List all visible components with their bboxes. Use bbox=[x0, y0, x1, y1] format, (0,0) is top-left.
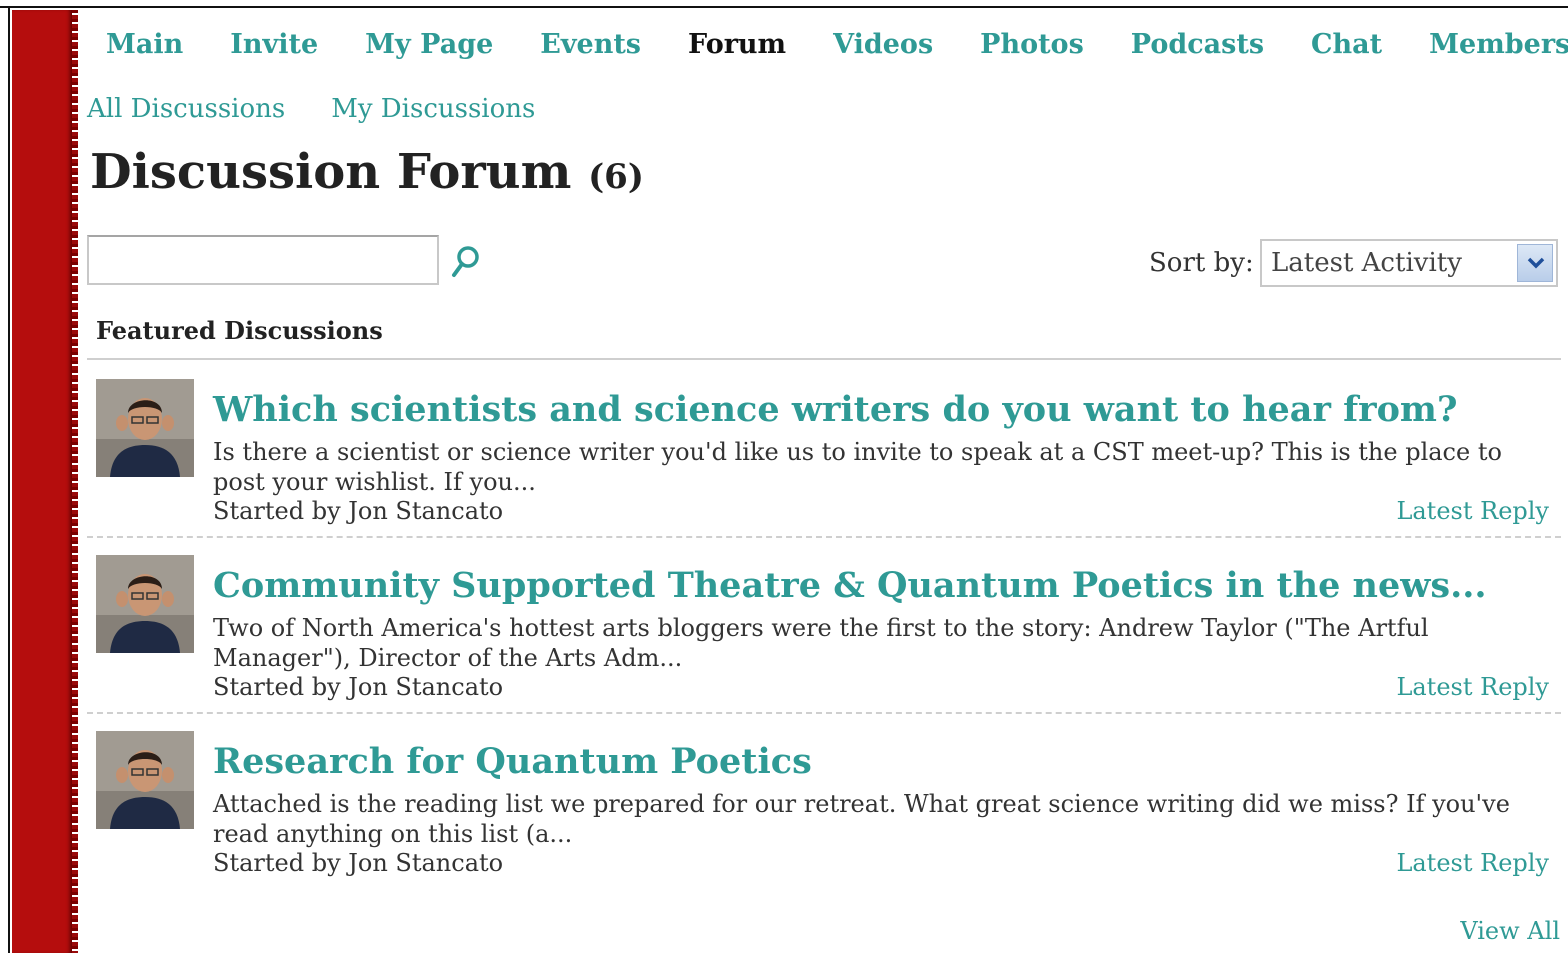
avatar[interactable] bbox=[96, 731, 194, 829]
window-top-border bbox=[0, 0, 1568, 8]
search-input[interactable] bbox=[87, 235, 439, 285]
nav-my-page[interactable]: My Page bbox=[365, 29, 493, 60]
latest-reply-link[interactable]: Latest Reply bbox=[1396, 497, 1549, 525]
discussion-title-link[interactable]: Community Supported Theatre & Quantum Po… bbox=[213, 565, 1487, 606]
sort-label: Sort by: bbox=[1149, 248, 1254, 278]
chevron-down-icon[interactable] bbox=[1517, 244, 1553, 282]
nav-events[interactable]: Events bbox=[540, 29, 641, 60]
discussion-author: Started by Jon Stancato bbox=[213, 849, 504, 877]
magnifier-icon[interactable] bbox=[450, 244, 482, 280]
discussion-item: Research for Quantum Poetics Attached is… bbox=[87, 712, 1561, 888]
forum-content: Main Invite My Page Events Forum Videos … bbox=[78, 10, 1568, 953]
nav-photos[interactable]: Photos bbox=[980, 29, 1084, 60]
view-all-link[interactable]: View All bbox=[1460, 917, 1560, 945]
nav-members[interactable]: Members bbox=[1429, 29, 1568, 60]
subnav-all-discussions[interactable]: All Discussions bbox=[87, 94, 285, 124]
nav-podcasts[interactable]: Podcasts bbox=[1131, 29, 1264, 60]
subnav-my-discussions[interactable]: My Discussions bbox=[331, 94, 535, 124]
nav-forum[interactable]: Forum bbox=[688, 29, 786, 60]
latest-reply-link[interactable]: Latest Reply bbox=[1396, 849, 1549, 877]
avatar[interactable] bbox=[96, 555, 194, 653]
sort-selected-value: Latest Activity bbox=[1271, 248, 1462, 278]
discussion-count: (6) bbox=[588, 157, 644, 197]
avatar[interactable] bbox=[96, 379, 194, 477]
main-navigation: Main Invite My Page Events Forum Videos … bbox=[78, 24, 1568, 64]
forum-sub-navigation: All Discussions My Discussions bbox=[87, 94, 581, 124]
discussion-title-link[interactable]: Research for Quantum Poetics bbox=[213, 741, 812, 782]
page-title-text: Discussion Forum bbox=[90, 144, 572, 200]
nav-main[interactable]: Main bbox=[106, 29, 183, 60]
decorative-red-sidebar bbox=[12, 10, 78, 953]
section-divider bbox=[87, 358, 1561, 360]
featured-discussions-heading: Featured Discussions bbox=[96, 316, 383, 345]
discussion-excerpt: Attached is the reading list we prepared… bbox=[213, 790, 1510, 848]
page-title: Discussion Forum (6) bbox=[90, 144, 644, 200]
discussion-item: Which scientists and science writers do … bbox=[87, 362, 1561, 538]
discussion-author: Started by Jon Stancato bbox=[213, 673, 504, 701]
nav-invite[interactable]: Invite bbox=[230, 29, 318, 60]
discussion-author: Started by Jon Stancato bbox=[213, 497, 504, 525]
discussion-excerpt: Two of North America's hottest arts blog… bbox=[213, 614, 1429, 672]
discussion-excerpt: Is there a scientist or science writer y… bbox=[213, 438, 1502, 496]
discussion-title-link[interactable]: Which scientists and science writers do … bbox=[213, 389, 1457, 430]
nav-videos[interactable]: Videos bbox=[833, 29, 933, 60]
nav-chat[interactable]: Chat bbox=[1311, 29, 1382, 60]
discussion-item: Community Supported Theatre & Quantum Po… bbox=[87, 536, 1561, 712]
sort-select[interactable]: Latest Activity bbox=[1260, 239, 1558, 287]
latest-reply-link[interactable]: Latest Reply bbox=[1396, 673, 1549, 701]
window-left-border bbox=[0, 8, 10, 953]
